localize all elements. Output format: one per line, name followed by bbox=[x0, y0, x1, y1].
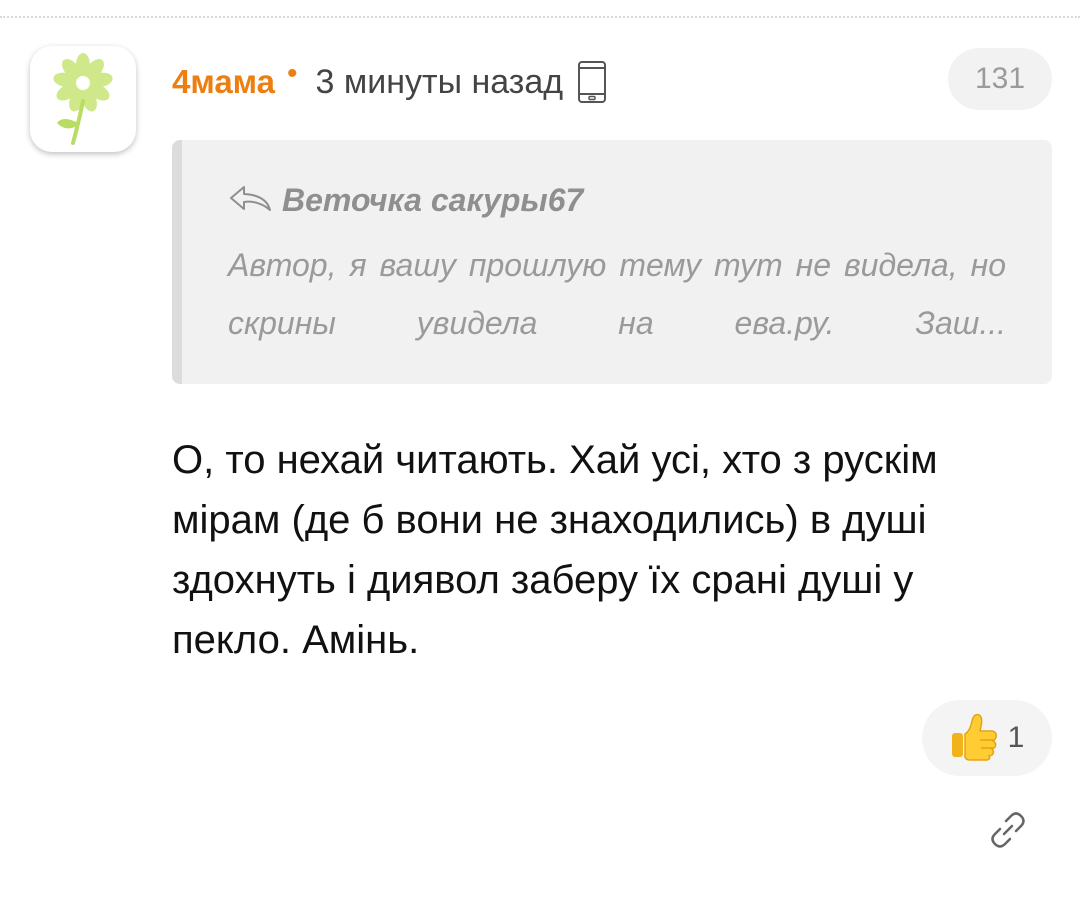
like-count: 1 bbox=[1007, 721, 1025, 754]
like-button[interactable]: 1 bbox=[922, 700, 1052, 776]
quote-author-row: Веточка сакуры67 bbox=[228, 182, 583, 219]
author-name[interactable]: 4мама bbox=[172, 63, 275, 101]
thumbs-up-icon bbox=[950, 711, 998, 766]
timestamp: 3 минуты назад bbox=[315, 62, 564, 101]
avatar[interactable] bbox=[30, 46, 136, 152]
top-divider bbox=[0, 16, 1080, 18]
link-icon[interactable] bbox=[986, 808, 1030, 857]
comment-text: О, то нехай читають. Хай усі, хто з руск… bbox=[172, 438, 938, 662]
quoted-comment[interactable]: Веточка сакуры67 Автор, я вашу прошлую т… bbox=[172, 140, 1052, 384]
mobile-phone-icon bbox=[577, 60, 607, 104]
separator-dot: • bbox=[287, 57, 298, 90]
quote-author-name: Веточка сакуры67 bbox=[282, 182, 584, 218]
quote-text: Автор, я вашу прошлую тему тут не видела… bbox=[228, 247, 1006, 341]
flower-avatar-icon bbox=[53, 53, 113, 145]
reply-arrow-icon bbox=[228, 183, 274, 218]
comment-number-badge[interactable]: 131 bbox=[948, 48, 1052, 110]
comment-header: 4мама • 3 минуты назад bbox=[172, 57, 607, 104]
